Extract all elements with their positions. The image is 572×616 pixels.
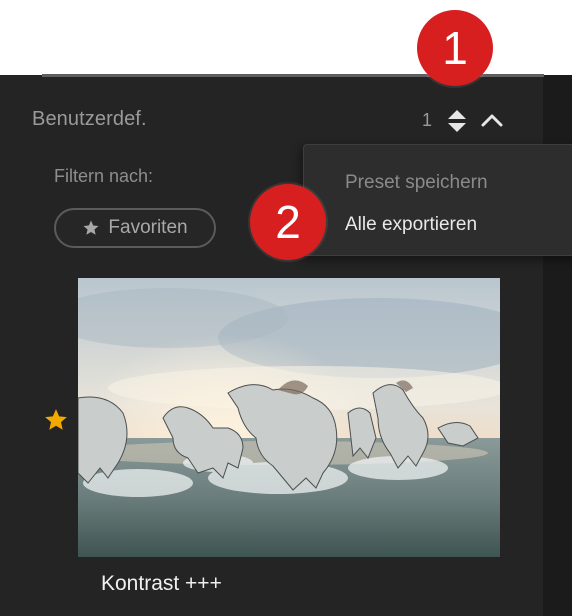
- horses-photo-icon: [78, 278, 500, 557]
- step-badge-2: 2: [250, 184, 326, 260]
- preset-name: Kontrast +++: [101, 572, 222, 595]
- preset-thumbnail[interactable]: [78, 278, 500, 557]
- favorites-filter-button[interactable]: Favoriten: [54, 208, 216, 248]
- favorite-star-icon[interactable]: [43, 407, 69, 433]
- preset-options-menu: Preset speichern Alle exportieren: [303, 144, 572, 256]
- favorites-button-label: Favoriten: [108, 217, 188, 238]
- menu-item-save-preset[interactable]: Preset speichern: [345, 172, 488, 194]
- step-badge-1: 1: [417, 10, 493, 86]
- section-title[interactable]: Benutzerdef.: [32, 108, 147, 131]
- sort-updown-icon[interactable]: [445, 107, 469, 135]
- preset-count: 1: [422, 110, 433, 130]
- filter-label: Filtern nach:: [54, 166, 154, 186]
- chevron-up-icon[interactable]: [478, 110, 506, 130]
- menu-item-export-all[interactable]: Alle exportieren: [345, 214, 477, 236]
- star-icon: [83, 220, 99, 235]
